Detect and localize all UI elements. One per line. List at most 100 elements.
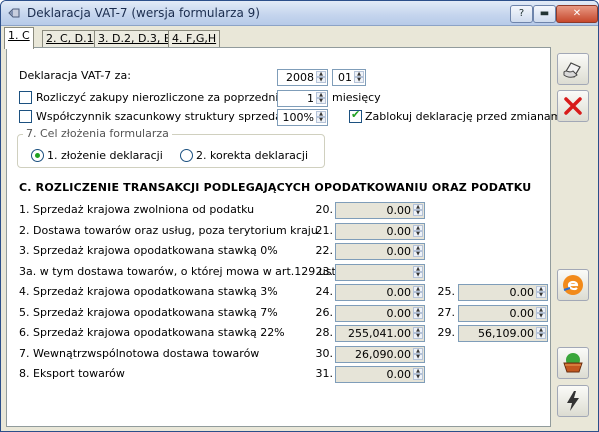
spin-down-icon: ▼ [413,210,423,216]
field-20-input[interactable]: 0.00 ▲ ▼ [335,202,425,219]
field-27-input[interactable]: 0.00 ▲ ▼ [458,305,548,322]
tab-4-fgh[interactable]: 4. F,G,H [168,30,221,48]
field-spin-arrows[interactable]: ▲ ▼ [536,327,546,340]
purpose-correction-label: 2. korekta deklaracji [196,149,309,162]
field-23-input[interactable]: ▲ ▼ [335,264,425,281]
title-bar: Deklaracja VAT-7 (wersja formularza 9) ?… [1,1,598,26]
field-spin-arrows[interactable]: ▲ ▼ [536,307,546,320]
spin-down-icon: ▼ [316,77,326,83]
basket-icon [563,353,583,373]
lock-declaration-checkbox[interactable] [349,108,362,123]
month-spin-arrows[interactable]: ▲ ▼ [354,71,364,84]
recalculate-button[interactable] [557,269,589,301]
field-spin-arrows[interactable]: ▲ ▼ [413,204,423,217]
tab-1-c[interactable]: 1. C [4,27,34,49]
year-stepper[interactable]: 2008 ▲ ▼ [277,69,328,86]
field-spin-arrows[interactable]: ▲ ▼ [536,286,546,299]
lock-declaration-label: Zablokuj deklarację przed zmianami [365,110,565,123]
close-button[interactable]: ✕ [556,5,598,23]
month-stepper[interactable]: 01 ▲ ▼ [332,69,366,86]
row-label: 3. Sprzedaż krajowa opodatkowana stawką … [19,244,278,257]
spin-down-icon: ▼ [413,251,423,257]
spin-down-icon: ▼ [413,313,423,319]
field-number: 28. [315,326,334,339]
row-label: 5. Sprzedaż krajowa opodatkowana stawką … [19,306,278,319]
field-21-input[interactable]: 0.00 ▲ ▼ [335,223,425,240]
spin-down-icon: ▼ [536,313,546,319]
sales-structure-checkbox[interactable] [19,110,32,123]
sales-coefficient-stepper[interactable]: 100% ▲ ▼ [277,109,328,126]
window-title: Deklaracja VAT-7 (wersja formularza 9) [27,6,260,20]
field-number: 21. [315,224,334,237]
row-label: 2. Dostawa towarów oraz usług, poza tery… [19,224,318,237]
tab-2-c-d1[interactable]: 2. C, D.1 [42,30,98,48]
coefficient-spin-arrows[interactable]: ▲ ▼ [316,111,326,124]
sales-structure-label: Współczynnik szacunkowy struktury sprzed… [36,110,295,123]
help-button[interactable]: ? [510,5,533,23]
spin-down-icon: ▼ [316,117,326,123]
row-label: 6. Sprzedaż krajowa opodatkowana stawką … [19,326,285,339]
purpose-radio-correction[interactable] [180,149,193,162]
settle-previous-label: Rozliczyć zakupy nierozliczone za poprze… [36,91,286,104]
spin-down-icon: ▼ [413,333,423,339]
field-spin-arrows[interactable]: ▲ ▼ [413,307,423,320]
save-button[interactable] [557,53,589,85]
field-number: 23. [315,265,334,278]
field-spin-arrows[interactable]: ▲ ▼ [413,286,423,299]
field-number: 25. [437,285,456,298]
field-spin-arrows[interactable]: ▲ ▼ [413,245,423,258]
main-panel: Deklaracja VAT-7 za: 2008 ▲ ▼ 01 ▲ ▼ Rozli… [6,47,564,427]
row-label: 4. Sprzedaż krajowa opodatkowana stawką … [19,285,278,298]
save-hand-icon [563,62,581,78]
purpose-submission-label: 1. złożenie deklaracji [47,149,163,162]
declaration-period-label: Deklaracja VAT-7 za: [19,69,131,82]
field-29-input[interactable]: 56,109.00 ▲ ▼ [458,325,548,342]
field-number: 24. [315,285,334,298]
spin-down-icon: ▼ [316,98,326,104]
field-spin-arrows[interactable]: ▲ ▼ [413,327,423,340]
field-22-input[interactable]: 0.00 ▲ ▼ [335,243,425,260]
settle-months-stepper[interactable]: 1 ▲ ▼ [277,90,328,107]
section-c-title: C. ROZLICZENIE TRANSAKCJI PODLEGAJĄCYCH … [19,181,532,194]
row-label: 8. Eksport towarów [19,367,125,380]
lightning-button[interactable] [557,385,589,417]
field-number: 20. [315,203,334,216]
spin-down-icon: ▼ [354,77,364,83]
year-spin-arrows[interactable]: ▲ ▼ [316,71,326,84]
spin-down-icon: ▼ [536,292,546,298]
cancel-button[interactable] [557,90,589,122]
field-28-input[interactable]: 255,041.00 ▲ ▼ [335,325,425,342]
spin-down-icon: ▼ [413,272,423,278]
field-31-input[interactable]: 0.00 ▲ ▼ [335,366,425,383]
field-spin-arrows[interactable]: ▲ ▼ [413,225,423,238]
minimize-button[interactable]: ▬ [533,5,556,23]
field-spin-arrows[interactable]: ▲ ▼ [413,368,423,381]
spin-down-icon: ▼ [413,231,423,237]
purpose-group-title: 7. Cel złożenia formularza [23,127,172,140]
field-30-input[interactable]: 26,090.00 ▲ ▼ [335,346,425,363]
minimize-icon: ▬ [539,8,550,19]
row-label: 7. Wewnątrzwspólnotowa dostawa towarów [19,347,260,360]
close-icon: ✕ [572,8,582,19]
lightning-icon [567,391,579,411]
row-label: 1. Sprzedaż krajowa zwolniona od podatku [19,203,255,216]
spin-down-icon: ▼ [413,374,423,380]
settle-previous-checkbox[interactable] [19,91,32,104]
field-25-input[interactable]: 0.00 ▲ ▼ [458,284,548,301]
field-26-input[interactable]: 0.00 ▲ ▼ [335,305,425,322]
months-label: miesięcy [332,91,381,104]
tab-3-d2-d3-e[interactable]: 3. D.2, D.3, E [94,30,175,48]
field-number: 22. [315,244,334,257]
field-spin-arrows[interactable]: ▲ ▼ [413,266,423,279]
app-icon [8,8,20,18]
field-24-input[interactable]: 0.00 ▲ ▼ [335,284,425,301]
basket-button[interactable] [557,347,589,379]
purpose-radio-submission[interactable] [31,149,44,162]
spin-down-icon: ▼ [413,292,423,298]
field-spin-arrows[interactable]: ▲ ▼ [413,348,423,361]
recalculate-e-icon [563,275,583,295]
field-number: 27. [437,306,456,319]
field-number: 31. [315,367,334,380]
field-number: 30. [315,347,334,360]
settle-months-spin-arrows[interactable]: ▲ ▼ [316,92,326,105]
